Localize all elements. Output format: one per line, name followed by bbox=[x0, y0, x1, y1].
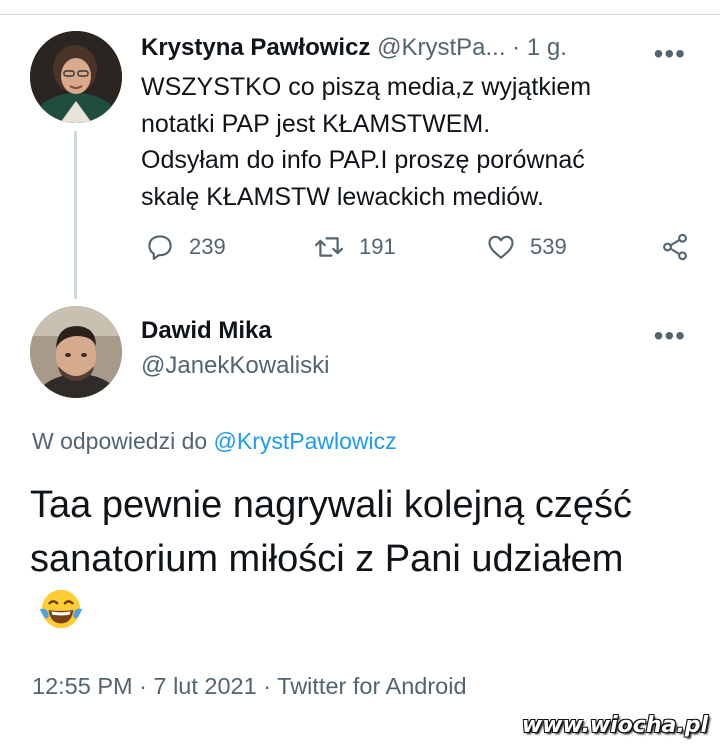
tweet2-author-handle[interactable]: @JanekKowaliski bbox=[141, 352, 329, 380]
reply-to-prefix: W odpowiedzi do bbox=[32, 428, 208, 454]
retweet-icon bbox=[314, 237, 344, 257]
share-icon bbox=[663, 233, 687, 261]
top-divider bbox=[0, 14, 720, 15]
tweet1-author-handle[interactable]: @KrystPa... bbox=[377, 34, 505, 61]
heart-icon bbox=[488, 235, 514, 259]
tweet2-more-options-icon[interactable]: ••• bbox=[654, 322, 686, 350]
avatar[interactable] bbox=[30, 306, 122, 398]
like-count: 539 bbox=[530, 234, 567, 259]
tweet2-timestamp[interactable]: 12:55 PM · 7 lut 2021 · Twitter for Andr… bbox=[32, 673, 467, 700]
tweet1-header: Krystyna Pawłowicz @KrystPa... · 1 g. bbox=[141, 34, 567, 62]
avatar-photo-icon bbox=[30, 31, 122, 123]
reply-to-handle-link[interactable]: @KrystPawlowicz bbox=[214, 428, 397, 454]
like-button[interactable]: 539 bbox=[486, 232, 567, 262]
avatar[interactable] bbox=[30, 31, 122, 123]
thread-line bbox=[74, 131, 77, 299]
reply-context: W odpowiedzi do @KrystPawlowicz bbox=[32, 428, 397, 455]
retweet-button[interactable]: 191 bbox=[313, 232, 396, 262]
tweet2-text: Taa pewnie nagrywali kolejną część sanat… bbox=[30, 478, 670, 640]
tweet1-text: WSZYSTKO co piszą media,z wyjątkiem nota… bbox=[141, 73, 592, 211]
share-button[interactable] bbox=[660, 232, 690, 262]
tweet2-text-body: Taa pewnie nagrywali kolejną część sanat… bbox=[30, 484, 632, 580]
tweet1-actions: 239 191 539 bbox=[141, 232, 690, 272]
tweet2-author-name[interactable]: Dawid Mika bbox=[141, 317, 272, 345]
tweet1-author-name[interactable]: Krystyna Pawłowicz bbox=[141, 34, 370, 61]
tweet1-more-options-icon[interactable]: ••• bbox=[654, 40, 686, 68]
tweet1-time[interactable]: 1 g. bbox=[527, 34, 567, 61]
tweet1-separator: · bbox=[512, 34, 521, 61]
retweet-count: 191 bbox=[359, 234, 396, 259]
avatar-photo-icon bbox=[30, 306, 122, 398]
watermark: www.wiocha.pl bbox=[521, 713, 708, 738]
reply-button[interactable]: 239 bbox=[145, 232, 226, 262]
reply-count: 239 bbox=[189, 234, 226, 259]
reply-icon bbox=[148, 235, 172, 260]
face-with-tears-of-joy-icon bbox=[39, 589, 83, 629]
